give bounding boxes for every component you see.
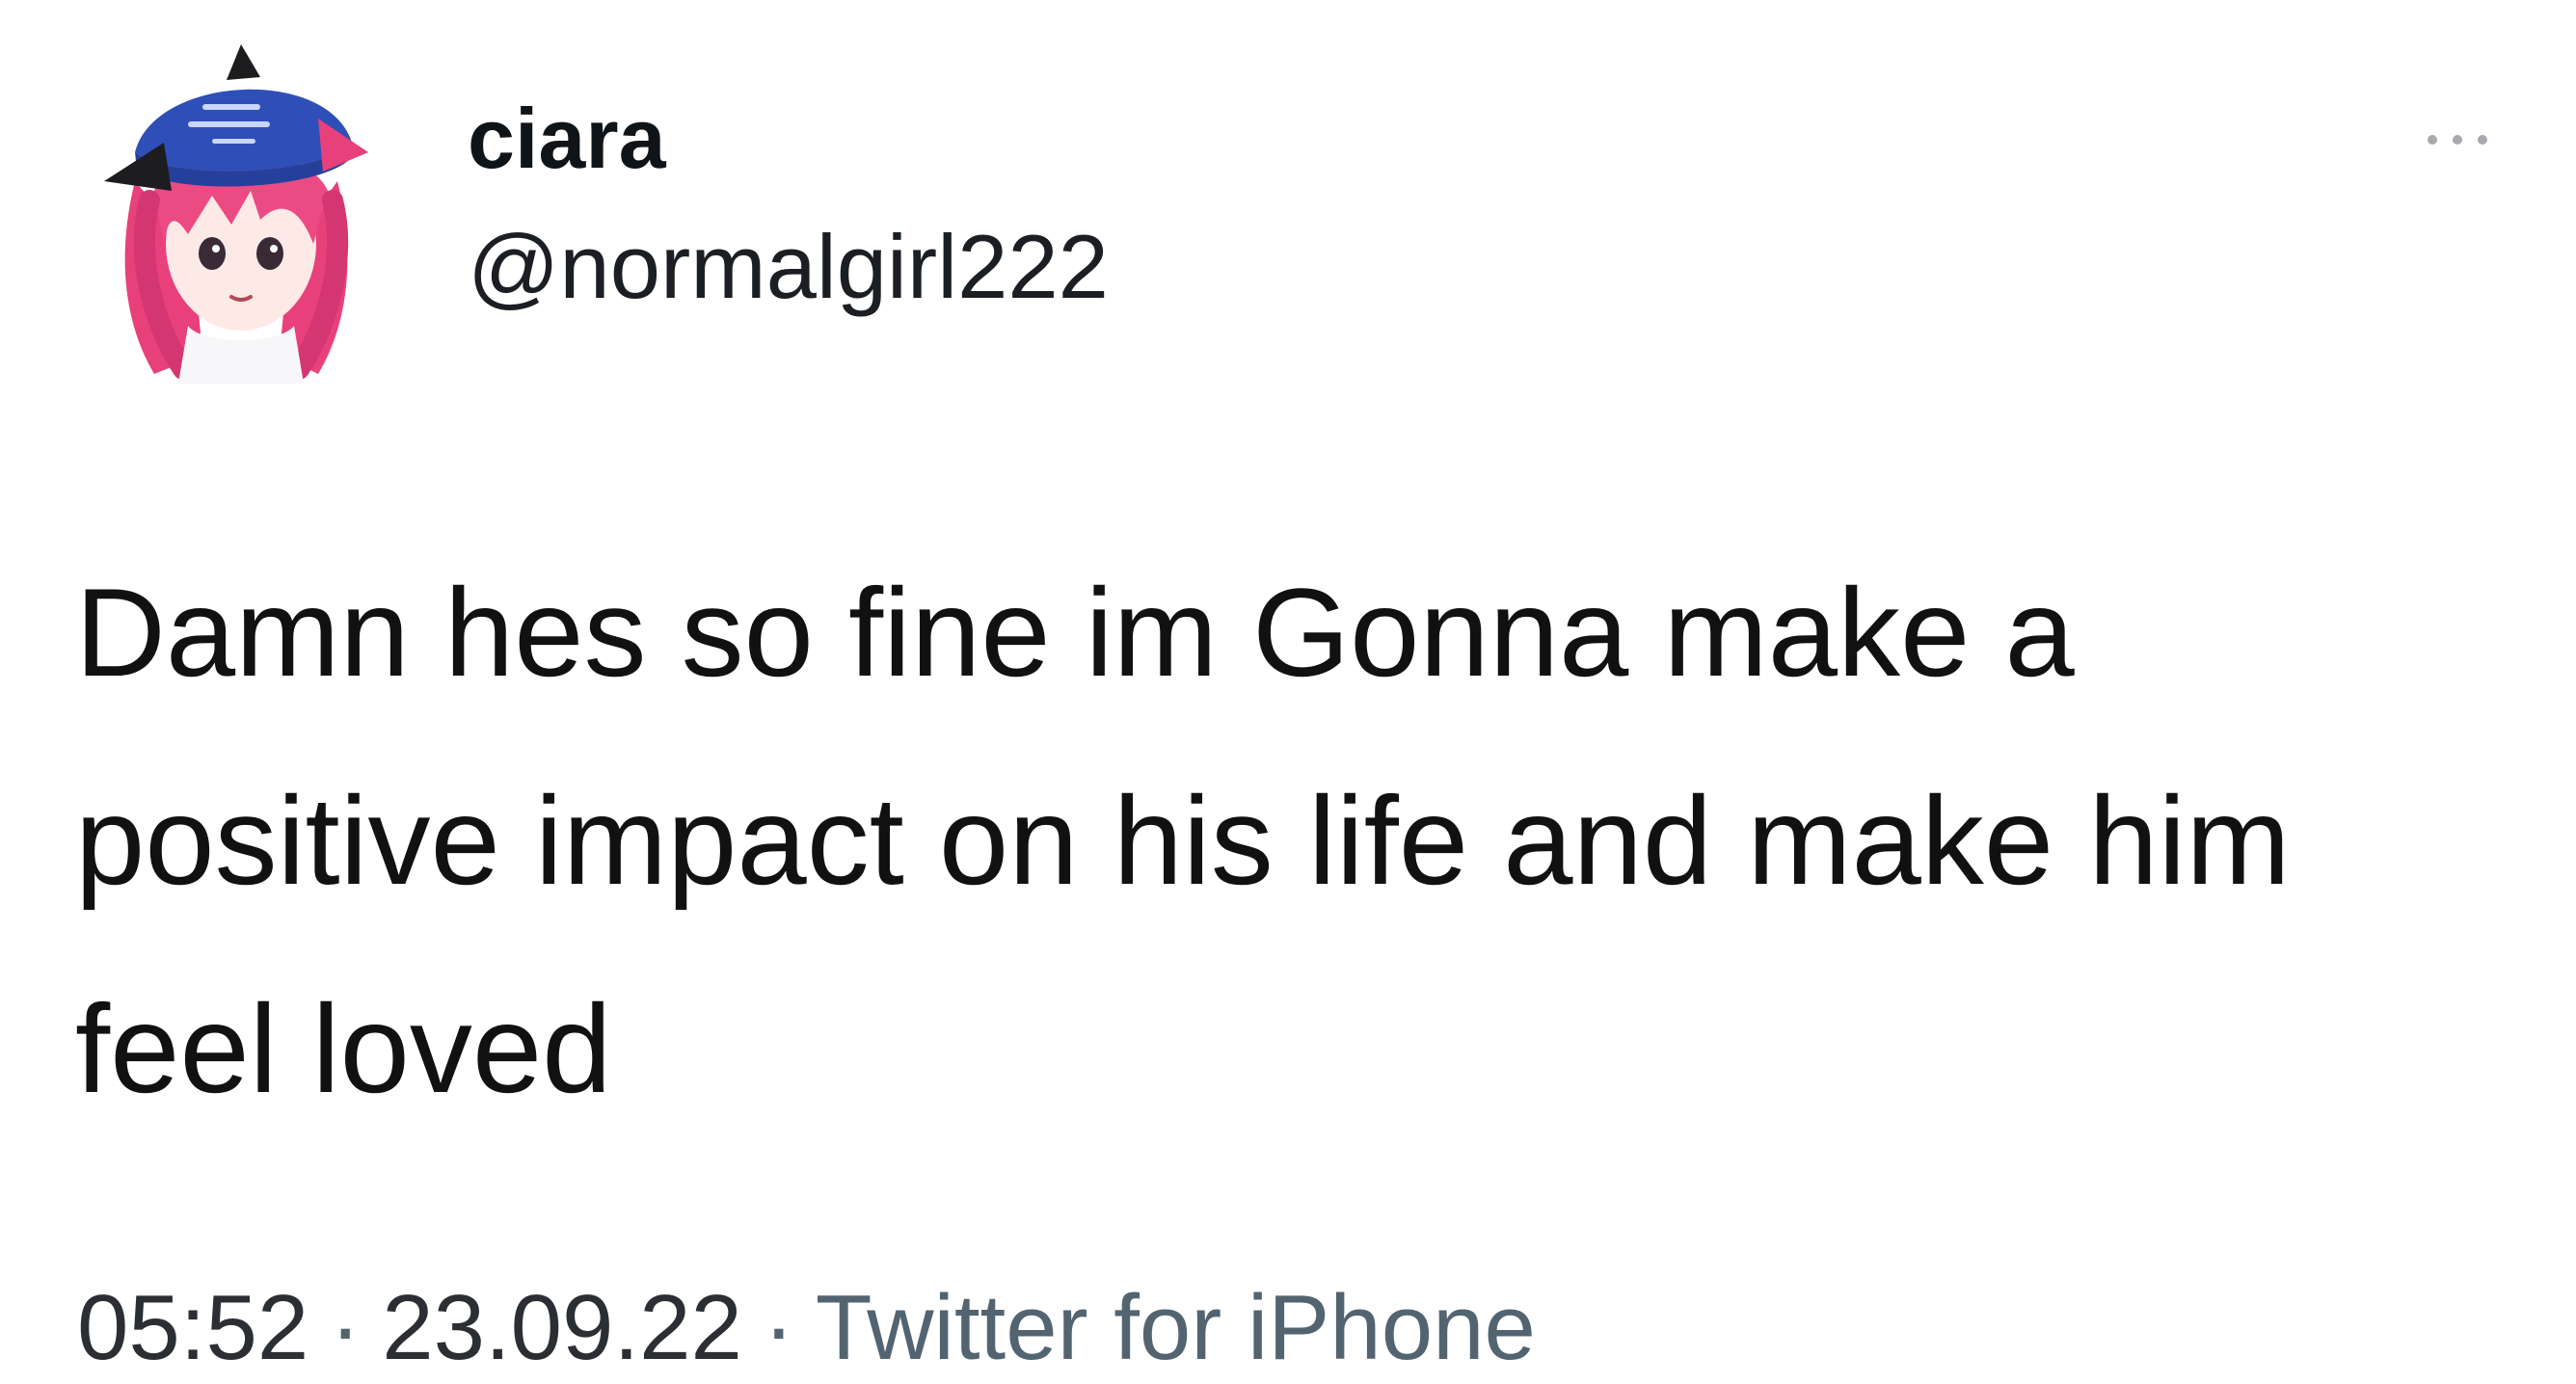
meta-separator: · — [330, 1276, 362, 1379]
tweet-meta: 05:52 · 23.09.22 · Twitter for iPhone — [77, 1282, 1536, 1374]
avatar[interactable] — [96, 37, 376, 384]
tweet-time[interactable]: 05:52 — [77, 1276, 309, 1379]
tweet-text: Damn hes so fine im Gonna make a positiv… — [75, 562, 2291, 1119]
more-options-icon[interactable] — [2428, 135, 2487, 145]
user-handle[interactable]: @normalgirl222 — [468, 222, 1109, 312]
dot-icon — [2478, 135, 2487, 145]
tweet-date[interactable]: 23.09.22 — [382, 1276, 742, 1379]
tweet-card: ciara @normalgirl222 Damn hes so fine im… — [0, 0, 2576, 1384]
anime-girl-avatar-icon — [104, 44, 368, 384]
dot-icon — [2428, 135, 2437, 145]
meta-separator: · — [763, 1276, 794, 1379]
dot-icon — [2453, 135, 2462, 145]
tweet-source[interactable]: Twitter for iPhone — [816, 1276, 1536, 1379]
display-name[interactable]: ciara — [468, 96, 666, 181]
